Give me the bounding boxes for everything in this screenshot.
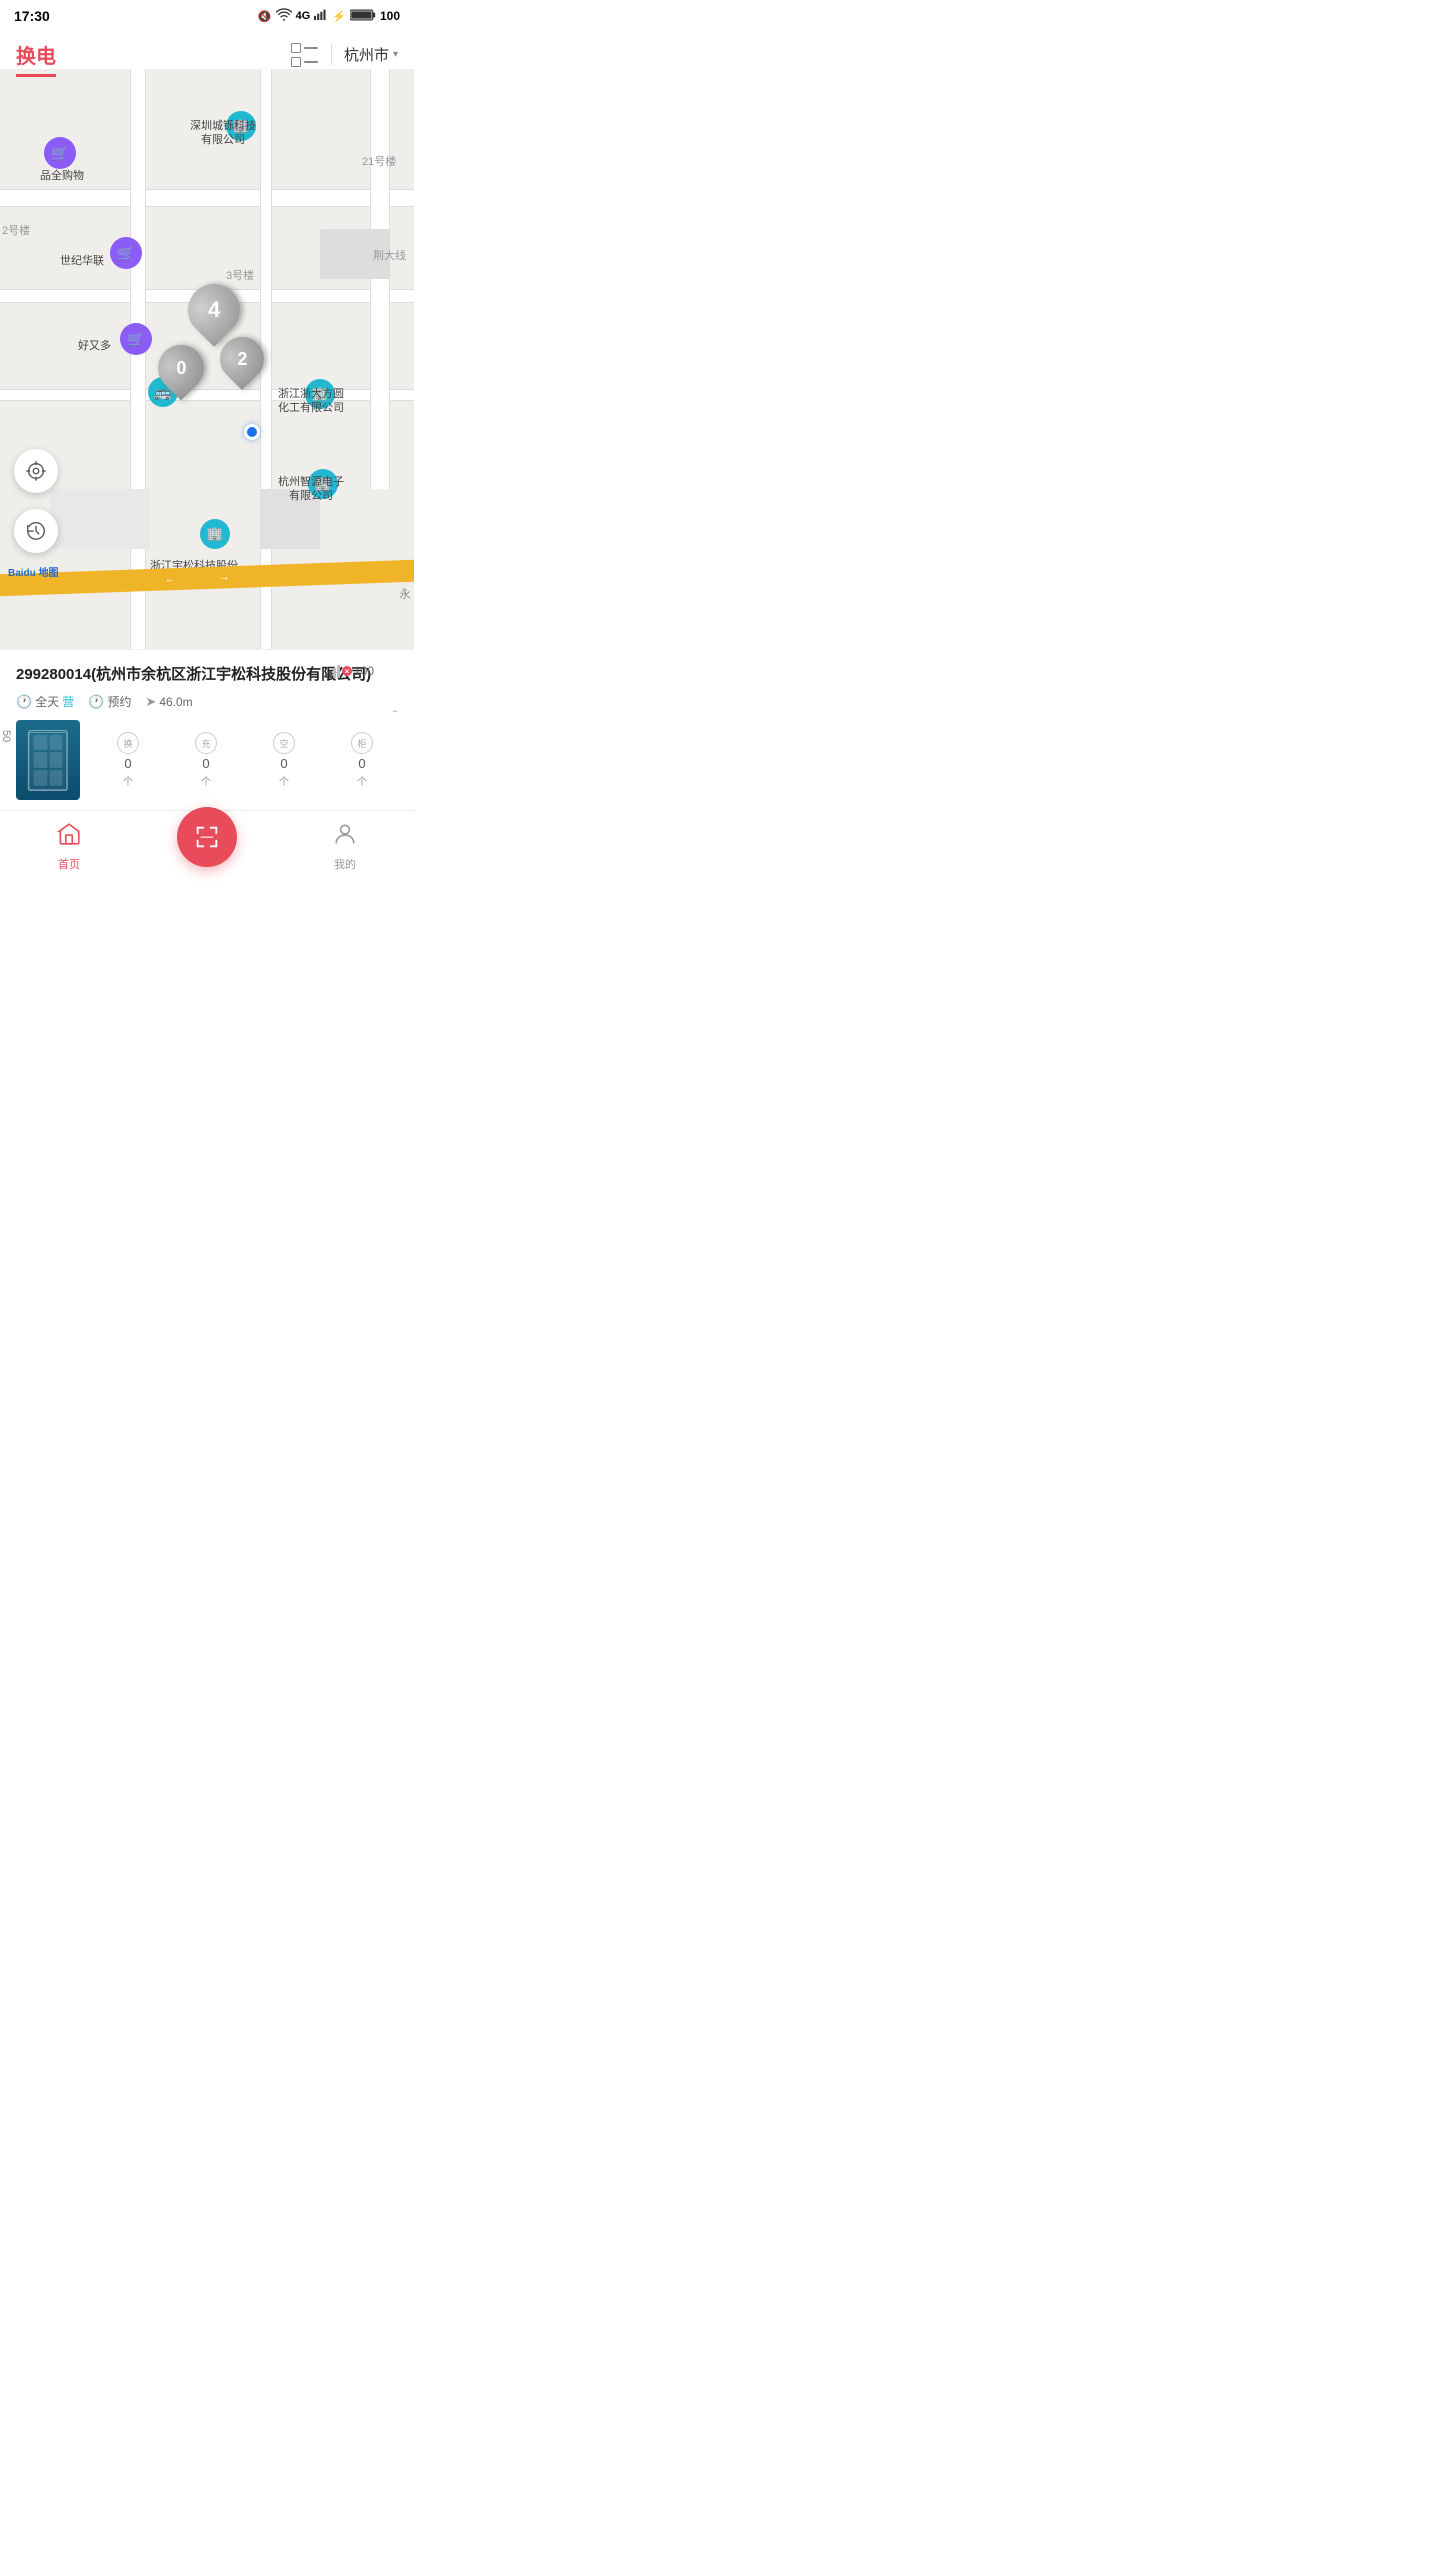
wifi-icon: [276, 8, 292, 24]
slot-chong: 充 0 个: [170, 732, 242, 788]
building-block-3: [50, 489, 150, 549]
poi-building-2: 🏢: [305, 379, 335, 409]
bottom-nav: 首页 我的: [0, 810, 414, 888]
battery-slots: 换 0 个 充 0 个 空 0 个 柜 0 个: [92, 720, 398, 800]
营业-icon: 营: [62, 693, 74, 710]
distance-label: 46.0m: [159, 695, 192, 709]
slot-gui-unit: 个: [357, 773, 367, 788]
signal-bar-4: [337, 665, 340, 678]
signal-error-icon: ×: [342, 666, 352, 676]
slot-chong-unit: 个: [201, 773, 211, 788]
tab-huandian[interactable]: 换电: [16, 40, 56, 69]
road-side-label: 永: [396, 588, 412, 599]
navigation-icon: ➤: [145, 694, 156, 710]
slot-huan: 换 0 个: [92, 732, 164, 788]
4g-icon: 4G: [296, 10, 311, 22]
profile-label: 我的: [334, 856, 356, 872]
home-label: 首页: [58, 856, 80, 872]
map-container[interactable]: 🛒 🛒 🛒 🏢 🏢 🏢 🏢 🚌 品全购物 深圳城铄科技有限公司 21号楼 2号楼…: [0, 69, 414, 649]
status-time: 17:30: [14, 8, 50, 24]
slot-kong-icon: 空: [273, 732, 295, 754]
nav-scan[interactable]: [138, 827, 276, 867]
poi-shopping-1: 🛒: [44, 137, 76, 169]
map-pin-0[interactable]: 0: [158, 345, 204, 391]
station-card: × 100 - 299280014(杭州市余杭区浙江宇松科技股份有限公司) 🕐 …: [0, 649, 414, 810]
poi-building-1: 🏢: [226, 111, 256, 141]
clock-icon: 🕐: [16, 694, 32, 710]
nav-home[interactable]: 首页: [0, 821, 138, 872]
signal-bars: [325, 664, 340, 678]
map-pin-4[interactable]: 4: [188, 284, 240, 336]
nav-profile[interactable]: 我的: [276, 821, 414, 872]
slot-huan-count: 0: [124, 756, 131, 771]
station-detail: 50 换 0: [16, 720, 398, 800]
header: 换电 杭州市 ▾: [0, 32, 414, 69]
road-horizontal-1: [0, 189, 414, 207]
baidu-watermark: Baidu 地图: [8, 564, 59, 579]
scan-button[interactable]: [177, 807, 237, 867]
poi-shopping-2: 🛒: [110, 237, 142, 269]
slot-gui-icon: 柜: [351, 732, 373, 754]
signal-bar-2: [329, 671, 332, 678]
signal-indicator: × 100: [325, 664, 374, 678]
road-vertical-3: [370, 69, 390, 489]
current-location-dot: [244, 424, 260, 440]
slot-kong: 空 0 个: [248, 732, 320, 788]
poi-building-4: 🏢: [200, 519, 230, 549]
building-block-1: [320, 229, 390, 279]
station-image: [16, 720, 80, 800]
battery-icon: [350, 8, 376, 25]
history-control[interactable]: [14, 509, 58, 553]
map-pin-2[interactable]: 2: [220, 337, 264, 381]
poi-building-3: 🏢: [308, 469, 338, 499]
hours-chip: 🕐 全天 营: [16, 693, 74, 710]
signal-bar-1: [325, 674, 328, 678]
signal-bar-3: [333, 668, 336, 678]
hours-label: 全天: [35, 693, 59, 710]
poi-shopping-3: 🛒: [120, 323, 152, 355]
clock2-icon: 🕐: [88, 694, 104, 710]
road-horizontal-3: [0, 389, 414, 401]
slot-huan-unit: 个: [123, 773, 133, 788]
profile-icon: [332, 821, 358, 854]
appointment-label: 预约: [107, 693, 131, 710]
home-icon: [56, 821, 82, 854]
list-view-button[interactable]: [291, 41, 319, 69]
status-bar: 17:30 🔇 4G ⚡: [0, 0, 414, 32]
station-info-row: 🕐 全天 营 🕐 预约 ➤ 46.0m: [16, 693, 398, 710]
city-name: 杭州市: [344, 44, 389, 65]
lightning-icon: ⚡: [332, 10, 346, 23]
appointment-chip: 🕐 预约: [88, 693, 131, 710]
city-selector[interactable]: 杭州市 ▾: [331, 44, 398, 65]
chevron-down-icon: ▾: [393, 49, 398, 60]
road-vertical-1: [130, 69, 146, 649]
slot-chong-count: 0: [202, 756, 209, 771]
distance-chip: ➤ 46.0m: [145, 694, 192, 710]
battery-percent: 100: [380, 9, 400, 23]
swipe-hint: -: [392, 700, 398, 721]
slot-gui: 柜 0 个: [326, 732, 398, 788]
slot-kong-count: 0: [280, 756, 287, 771]
slot-chong-icon: 充: [195, 732, 217, 754]
slot-gui-count: 0: [358, 756, 365, 771]
building-block-2: [260, 489, 320, 549]
slot-kong-unit: 个: [279, 773, 289, 788]
slot-huan-icon: 换: [117, 732, 139, 754]
signal-icon: [314, 8, 328, 24]
status-icons: 🔇 4G ⚡ 100: [258, 8, 400, 25]
header-right: 杭州市 ▾: [291, 41, 398, 69]
signal-percent: 100: [354, 664, 374, 678]
location-control[interactable]: [14, 449, 58, 493]
mute-icon: 🔇: [258, 10, 272, 23]
